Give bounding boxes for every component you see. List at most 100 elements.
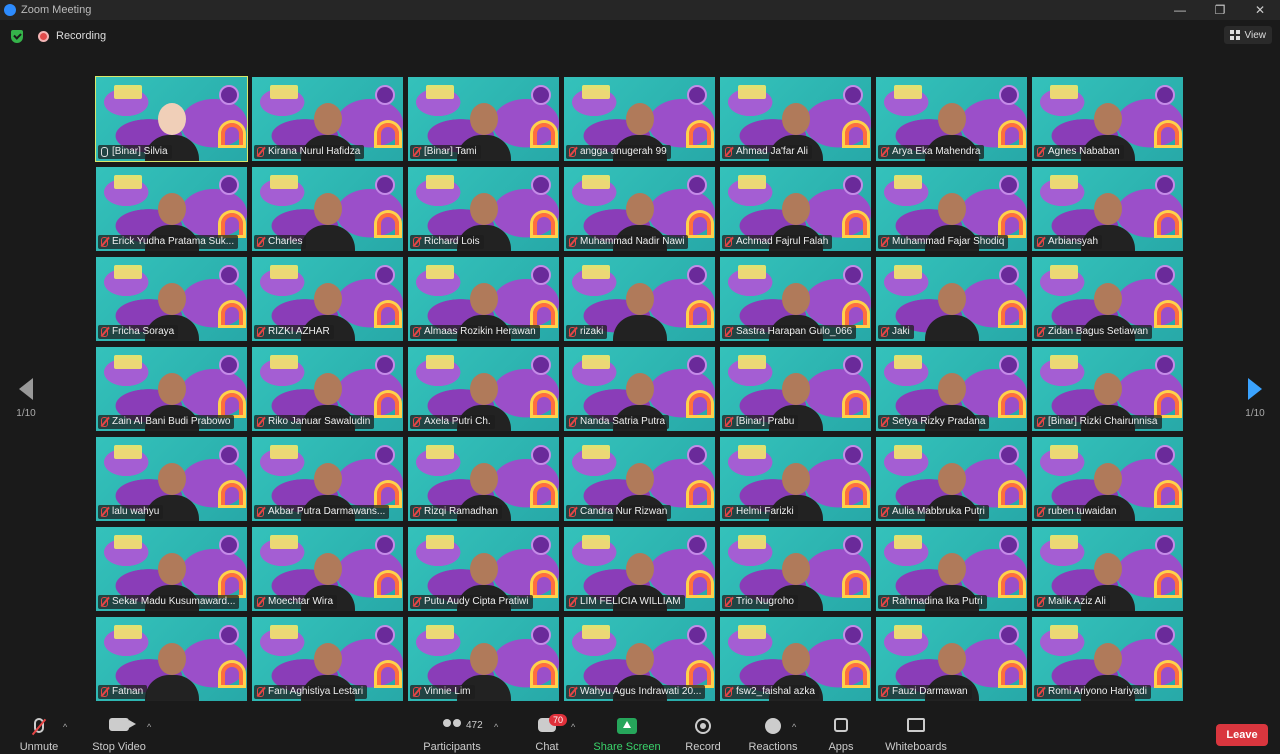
security-shield-icon[interactable] [11, 29, 23, 43]
close-button[interactable]: ✕ [1240, 0, 1280, 20]
rainbow-icon [1001, 213, 1023, 235]
participant-name-label: fsw2_faishal azka [722, 685, 819, 699]
participant-name: Setya Rizky Pradana [892, 416, 986, 427]
participant-tile[interactable]: Rizqi Ramadhan [408, 437, 559, 521]
participant-tile[interactable]: Axela Putri Ch. [408, 347, 559, 431]
participant-name-label: Nanda Satria Putra [566, 415, 670, 429]
rainbow-icon [533, 213, 555, 235]
participant-count: 472 [466, 720, 483, 731]
participant-tile[interactable]: Agnes Nababan [1032, 77, 1183, 161]
participant-tile[interactable]: Almaas Rozikin Herawan [408, 257, 559, 341]
share-screen-button[interactable]: Share Screen [593, 706, 661, 754]
participant-tile[interactable]: fsw2_faishal azka [720, 617, 871, 701]
recording-icon [38, 30, 49, 42]
background-badge-icon [843, 625, 863, 645]
participant-tile[interactable]: Akbar Putra Darmawans... [252, 437, 403, 521]
restore-button[interactable]: ❐ [1200, 0, 1240, 20]
participants-options-caret-icon[interactable]: ^ [494, 722, 498, 732]
participant-tile[interactable]: Sastra Harapan Gulo_066 [720, 257, 871, 341]
participant-tile[interactable]: Nanda Satria Putra [564, 347, 715, 431]
participant-tile[interactable]: [Binar] Tami [408, 77, 559, 161]
view-button[interactable]: View [1223, 26, 1272, 44]
reactions-options-caret-icon[interactable]: ^ [792, 722, 796, 732]
rainbow-icon [689, 393, 711, 415]
participant-tile[interactable]: Wahyu Agus Indrawati 20... [564, 617, 715, 701]
background-logo-icon [582, 175, 610, 189]
background-badge-icon [843, 445, 863, 465]
participant-name: Fatnan [112, 686, 144, 697]
participant-tile[interactable]: Romi Ariyono Hariyadi [1032, 617, 1183, 701]
participant-name: Rizqi Ramadhan [424, 506, 498, 517]
participant-tile[interactable]: Trio Nugroho [720, 527, 871, 611]
participant-name-label: Putu Audy Cipta Pratiwi [410, 595, 533, 609]
muted-mic-icon [413, 237, 420, 247]
participant-tile[interactable]: Fani Aghistiya Lestari [252, 617, 403, 701]
participant-tile[interactable]: Zain Al Bani Budi Prabowo [96, 347, 247, 431]
record-button[interactable]: Record [684, 706, 722, 754]
next-page-button[interactable]: 1/10 [1243, 378, 1267, 419]
background-badge-icon [999, 535, 1019, 555]
participant-tile[interactable]: Helmi Farizki [720, 437, 871, 521]
participant-tile[interactable]: Setya Rizky Pradana [876, 347, 1027, 431]
background-badge-icon [999, 445, 1019, 465]
participant-tile[interactable]: Muhammad Fajar Shodiq [876, 167, 1027, 251]
participant-tile[interactable]: Arya Eka Mahendra [876, 77, 1027, 161]
background-logo-icon [738, 85, 766, 99]
participant-tile[interactable]: [Binar] Rizki Chairunnisa [1032, 347, 1183, 431]
participant-tile[interactable]: Charles [252, 167, 403, 251]
participant-tile[interactable]: Malik Aziz Ali [1032, 527, 1183, 611]
minimize-button[interactable]: — [1160, 0, 1200, 20]
participant-tile[interactable]: RIZKI AZHAR [252, 257, 403, 341]
reactions-button[interactable]: Reactions [748, 706, 798, 754]
participant-name-label: Wahyu Agus Indrawati 20... [566, 685, 706, 699]
participant-video [924, 283, 979, 341]
whiteboards-button[interactable]: Whiteboards [884, 706, 948, 754]
participant-tile[interactable]: Muhammad Nadir Nawi [564, 167, 715, 251]
rainbow-icon [1001, 483, 1023, 505]
participant-tile[interactable]: Riko Januar Sawaludin [252, 347, 403, 431]
background-badge-icon [687, 535, 707, 555]
muted-mic-icon [569, 507, 576, 517]
rainbow-icon [221, 573, 243, 595]
unmute-button[interactable]: Unmute [18, 706, 60, 754]
muted-mic-icon [257, 507, 264, 517]
video-options-caret-icon[interactable]: ^ [147, 722, 151, 732]
participant-name: [Binar] Tami [424, 146, 477, 157]
participant-tile[interactable]: ruben tuwaidan [1032, 437, 1183, 521]
participant-tile[interactable]: Vinnie Lim [408, 617, 559, 701]
rainbow-icon [533, 303, 555, 325]
participant-tile[interactable]: LIM FELICIA WILLIAM [564, 527, 715, 611]
participant-tile[interactable]: Candra Nur Rizwan [564, 437, 715, 521]
participant-name: [Binar] Rizki Chairunnisa [1048, 416, 1158, 427]
participant-tile[interactable]: Moechtar Wira [252, 527, 403, 611]
participant-tile[interactable]: Putu Audy Cipta Pratiwi [408, 527, 559, 611]
participant-tile[interactable]: angga anugerah 99 [564, 77, 715, 161]
apps-button[interactable]: Apps [826, 706, 856, 754]
participant-tile[interactable]: Erick Yudha Pratama Suk... [96, 167, 247, 251]
participant-tile[interactable]: Sekar Madu Kusumaward... [96, 527, 247, 611]
participant-tile[interactable]: rizaki [564, 257, 715, 341]
participant-tile[interactable]: Aulia Mabbruka Putri [876, 437, 1027, 521]
participant-tile[interactable]: Fricha Soraya [96, 257, 247, 341]
stop-video-button[interactable]: Stop Video [90, 706, 148, 754]
participant-tile[interactable]: Rahmadina Ika Putri [876, 527, 1027, 611]
chat-options-caret-icon[interactable]: ^ [571, 722, 575, 732]
audio-options-caret-icon[interactable]: ^ [63, 722, 67, 732]
leave-button[interactable]: Leave [1216, 724, 1268, 746]
participant-tile[interactable]: Fatnan [96, 617, 247, 701]
previous-page-button[interactable]: 1/10 [14, 378, 38, 419]
page-indicator-right: 1/10 [1245, 408, 1265, 419]
participant-tile[interactable]: lalu wahyu [96, 437, 247, 521]
muted-mic-icon [881, 327, 888, 337]
participant-tile[interactable]: Zidan Bagus Setiawan [1032, 257, 1183, 341]
participant-tile[interactable]: [Binar] Silvia [95, 76, 248, 162]
participant-tile[interactable]: Arbiansyah [1032, 167, 1183, 251]
participant-tile[interactable]: Jaki [876, 257, 1027, 341]
background-badge-icon [843, 175, 863, 195]
participant-tile[interactable]: Ahmad Ja'far Ali [720, 77, 871, 161]
participant-tile[interactable]: Achmad Fajrul Falah [720, 167, 871, 251]
participant-tile[interactable]: [Binar] Prabu [720, 347, 871, 431]
participant-tile[interactable]: Fauzi Darmawan [876, 617, 1027, 701]
participant-tile[interactable]: Richard Lois [408, 167, 559, 251]
participant-tile[interactable]: Kirana Nurul Hafidza [252, 77, 403, 161]
